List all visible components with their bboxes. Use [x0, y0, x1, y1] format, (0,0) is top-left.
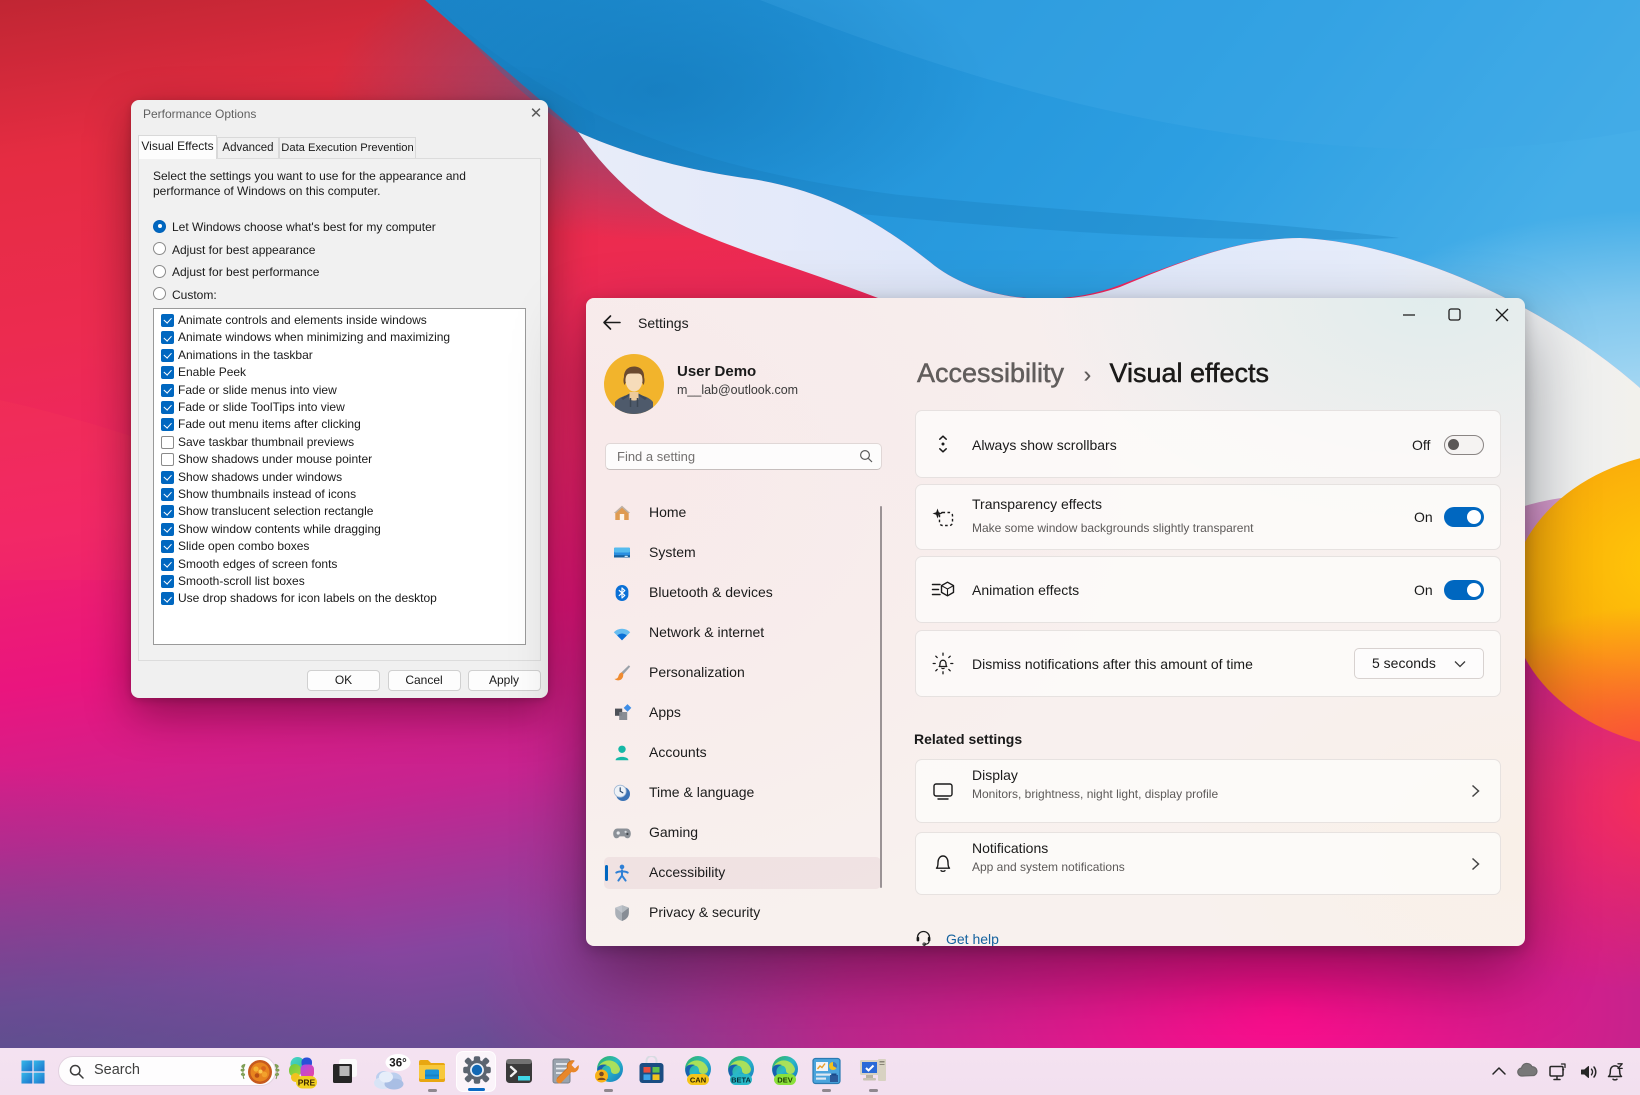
svg-text:?: ?: [923, 942, 925, 946]
svg-text:PRE: PRE: [298, 1078, 316, 1088]
svg-text:DEV: DEV: [777, 1076, 792, 1085]
svg-text:CAN: CAN: [690, 1076, 706, 1085]
svg-text:BETA: BETA: [731, 1076, 751, 1085]
svg-text:36°: 36°: [389, 1058, 407, 1070]
